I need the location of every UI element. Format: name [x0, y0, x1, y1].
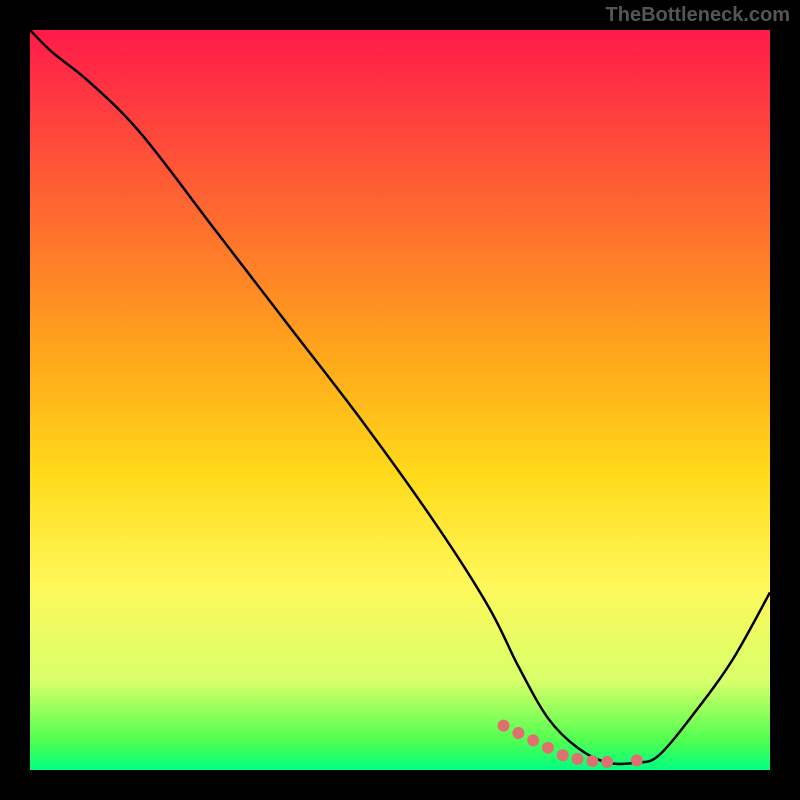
chart-plot-area	[30, 30, 770, 770]
marker-dot	[631, 754, 643, 766]
marker-dot	[542, 742, 554, 754]
bottleneck-curve-line	[30, 30, 770, 764]
marker-dot	[527, 734, 539, 746]
marker-dot	[512, 727, 524, 739]
watermark-text: TheBottleneck.com	[606, 4, 790, 27]
chart-svg	[30, 30, 770, 770]
marker-dot	[601, 756, 613, 768]
marker-dot	[586, 755, 598, 767]
marker-dot	[498, 720, 510, 732]
marker-dot	[572, 753, 584, 765]
highlight-markers	[498, 720, 643, 768]
marker-dot	[557, 749, 569, 761]
